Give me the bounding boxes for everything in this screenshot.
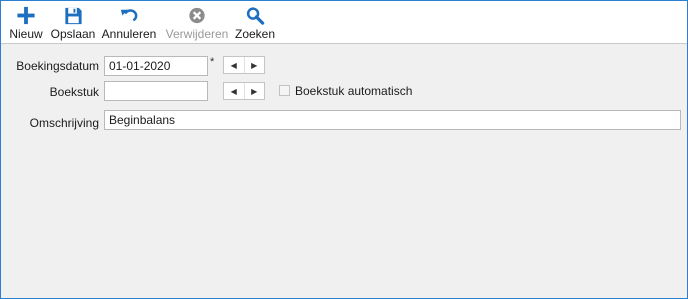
floppy-disk-icon — [65, 7, 82, 25]
save-button-label: Opslaan — [50, 27, 96, 41]
arrow-right-icon: ▶ — [251, 60, 258, 70]
description-field[interactable] — [104, 110, 681, 130]
undo-icon — [120, 9, 138, 22]
bookingdate-field[interactable] — [104, 56, 208, 76]
arrow-right-icon: ▶ — [251, 86, 258, 96]
delete-button-label: Verwijderen — [165, 27, 229, 41]
magnifier-icon — [246, 7, 265, 25]
required-marker: * — [210, 56, 215, 68]
search-button[interactable]: Zoeken — [234, 3, 276, 41]
search-button-label: Zoeken — [234, 27, 276, 41]
bookingdate-prev-button[interactable]: ◀ — [224, 57, 244, 73]
document-next-button[interactable]: ▶ — [243, 83, 265, 99]
cancel-button-label: Annuleren — [101, 27, 157, 41]
document-stepper: ◀ ▶ — [223, 82, 265, 100]
save-button[interactable]: Opslaan — [49, 3, 97, 41]
toolbar: Nieuw Opslaan Annuleren Verwijderen Zoek… — [1, 1, 687, 44]
document-auto-label: Boekstuk automatisch — [295, 84, 413, 98]
arrow-left-icon: ◀ — [230, 60, 237, 70]
arrow-left-icon: ◀ — [230, 86, 237, 96]
description-label: Omschrijving — [29, 116, 99, 130]
delete-button[interactable]: Verwijderen — [165, 3, 229, 41]
main-window: Nieuw Opslaan Annuleren Verwijderen Zoek… — [0, 0, 688, 299]
bookingdate-next-button[interactable]: ▶ — [243, 57, 265, 73]
document-field[interactable] — [104, 81, 208, 101]
new-button[interactable]: Nieuw — [6, 3, 46, 41]
bookingdate-stepper: ◀ ▶ — [223, 56, 265, 74]
document-auto-checkbox[interactable] — [279, 85, 290, 96]
bookingdate-label: Boekingsdatum — [16, 59, 99, 73]
document-label: Boekstuk — [49, 85, 99, 99]
close-circle-icon — [189, 7, 205, 24]
plus-icon — [17, 6, 35, 25]
document-prev-button[interactable]: ◀ — [224, 83, 244, 99]
new-button-label: Nieuw — [9, 27, 43, 41]
cancel-button[interactable]: Annuleren — [101, 3, 157, 41]
